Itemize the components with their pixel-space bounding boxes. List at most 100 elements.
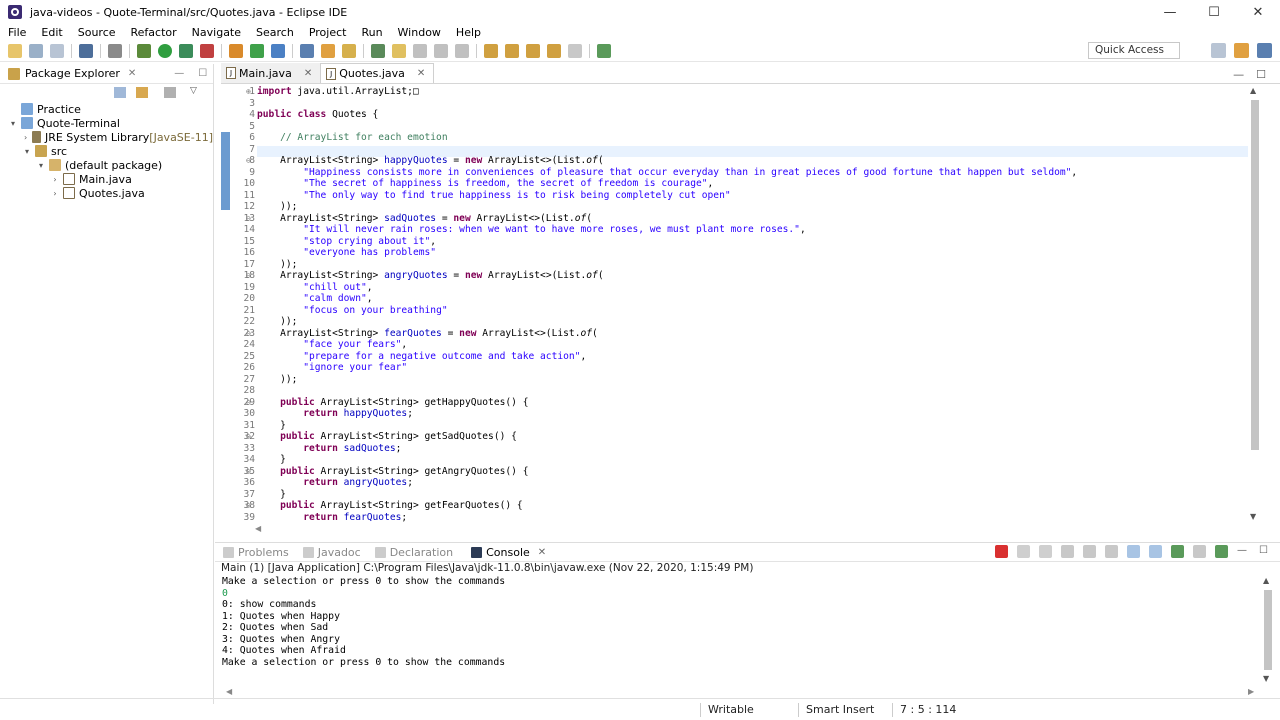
show-console-stdout-icon[interactable] — [1127, 545, 1140, 558]
fold-toggle-icon[interactable]: ⊖ — [246, 500, 251, 512]
scroll-down-icon[interactable]: ▼ — [1263, 674, 1269, 683]
collapsed-arrow-icon[interactable]: › — [50, 189, 60, 198]
java-perspective-icon[interactable] — [1257, 43, 1272, 58]
console-output[interactable]: Make a selection or press 0 to show the … — [222, 576, 1252, 668]
link-with-editor-icon[interactable] — [136, 87, 148, 98]
minimize-editor-icon[interactable]: — — [1233, 68, 1244, 81]
java-ee-perspective-icon[interactable] — [1234, 43, 1249, 58]
terminal-icon[interactable] — [79, 43, 93, 58]
fold-toggle-icon[interactable]: ⊖ — [246, 328, 251, 340]
pin-console-icon[interactable] — [1171, 545, 1184, 558]
scroll-thumb[interactable] — [1264, 590, 1272, 670]
tree-item[interactable]: Practice — [0, 102, 213, 116]
scroll-thumb[interactable] — [1251, 100, 1259, 450]
open-console-icon[interactable] — [1215, 545, 1228, 558]
scroll-up-icon[interactable]: ▲ — [1263, 576, 1269, 585]
fold-toggle-icon[interactable]: ⊖ — [246, 155, 251, 167]
minimize-button[interactable]: — — [1148, 0, 1192, 24]
menu-help[interactable]: Help — [456, 26, 481, 39]
maximize-view-icon[interactable]: ☐ — [198, 68, 207, 79]
expanded-arrow-icon[interactable]: ▾ — [8, 119, 18, 128]
tab-declaration[interactable]: Declaration — [374, 546, 453, 559]
word-wrap-icon[interactable] — [413, 43, 427, 58]
scroll-down-icon[interactable]: ▼ — [1250, 512, 1256, 521]
maximize-editor-icon[interactable]: ☐ — [1256, 68, 1266, 81]
save-all-icon[interactable] — [50, 43, 64, 58]
toggle-mark-occurrences-icon[interactable] — [371, 43, 385, 58]
block-selection-icon[interactable] — [434, 43, 448, 58]
next-annotation-icon[interactable] — [484, 43, 498, 58]
display-selected-console-icon[interactable] — [1193, 545, 1206, 558]
save-icon[interactable] — [29, 43, 43, 58]
fold-toggle-icon[interactable]: ⊖ — [246, 431, 251, 443]
skip-breakpoints-icon[interactable] — [108, 43, 122, 58]
console-vertical-scrollbar[interactable]: ▲ ▼ — [1262, 576, 1274, 686]
highlight-icon[interactable] — [392, 43, 406, 58]
tree-item[interactable]: › Main.java — [0, 172, 213, 186]
close-tab-icon[interactable]: ✕ — [417, 68, 425, 79]
collapsed-arrow-icon[interactable]: › — [50, 175, 60, 184]
fold-toggle-icon[interactable]: ⊖ — [246, 213, 251, 225]
editor-horizontal-scrollbar[interactable]: ◀ — [255, 524, 1248, 536]
view-menu-icon[interactable]: ▽ — [190, 86, 197, 96]
scroll-right-icon[interactable]: ▶ — [1248, 687, 1254, 696]
scroll-left-icon[interactable]: ◀ — [255, 524, 261, 533]
collapse-all-icon[interactable] — [114, 87, 126, 98]
debug-icon[interactable] — [137, 43, 151, 58]
menu-run[interactable]: Run — [361, 26, 382, 39]
menu-project[interactable]: Project — [309, 26, 347, 39]
new-java-package-icon[interactable] — [250, 43, 264, 58]
search-icon[interactable] — [342, 43, 356, 58]
editor-tab-quotes-java[interactable]: J Quotes.java ✕ — [320, 63, 435, 83]
coverage-icon[interactable] — [179, 43, 193, 58]
word-wrap-icon[interactable] — [1105, 545, 1118, 558]
expanded-arrow-icon[interactable]: ▾ — [22, 147, 32, 156]
back-icon[interactable] — [547, 43, 561, 58]
new-java-project-icon[interactable] — [229, 43, 243, 58]
minimize-view-icon[interactable]: — — [1237, 545, 1250, 558]
expanded-arrow-icon[interactable]: ▾ — [36, 161, 46, 170]
tree-item[interactable]: ▾ src — [0, 144, 213, 158]
menu-refactor[interactable]: Refactor — [131, 26, 177, 39]
tree-item[interactable]: › Quotes.java — [0, 186, 213, 200]
minimize-view-icon[interactable]: — — [174, 68, 184, 79]
scroll-up-icon[interactable]: ▲ — [1250, 86, 1256, 95]
close-tab-icon[interactable]: ✕ — [538, 547, 546, 558]
tab-problems[interactable]: Problems — [223, 546, 289, 559]
editor-tab-main-java[interactable]: J Main.java ✕ — [221, 63, 321, 83]
close-icon[interactable]: ✕ — [128, 68, 136, 79]
terminate-icon[interactable] — [995, 545, 1008, 558]
maximize-button[interactable]: ☐ — [1192, 0, 1236, 24]
forward-icon[interactable] — [568, 43, 582, 58]
close-tab-icon[interactable]: ✕ — [304, 68, 312, 79]
show-console-stderr-icon[interactable] — [1149, 545, 1162, 558]
last-edit-location-icon[interactable] — [526, 43, 540, 58]
menu-window[interactable]: Window — [398, 26, 441, 39]
collapsed-arrow-icon[interactable]: › — [22, 133, 29, 142]
menu-search[interactable]: Search — [256, 26, 294, 39]
open-perspective-icon[interactable] — [1211, 43, 1226, 58]
clear-console-icon[interactable] — [1061, 545, 1074, 558]
tab-javadoc[interactable]: Javadoc — [302, 546, 361, 559]
maximize-view-icon[interactable]: ☐ — [1259, 545, 1272, 558]
menu-file[interactable]: File — [8, 26, 26, 39]
remove-all-terminated-icon[interactable] — [1039, 545, 1052, 558]
scroll-left-icon[interactable]: ◀ — [226, 687, 232, 696]
fold-toggle-icon[interactable]: ⊖ — [246, 397, 251, 409]
tree-item[interactable]: ▾ Quote-Terminal — [0, 116, 213, 130]
show-whitespace-icon[interactable] — [455, 43, 469, 58]
menu-edit[interactable]: Edit — [41, 26, 62, 39]
editor-vertical-scrollbar[interactable]: ▲ ▼ — [1248, 86, 1262, 524]
fold-toggle-icon[interactable]: ⊕ — [246, 86, 251, 98]
open-task-icon[interactable] — [321, 43, 335, 58]
focus-icon[interactable] — [164, 87, 176, 98]
scroll-lock-icon[interactable] — [1083, 545, 1096, 558]
tree-item[interactable]: ▾ (default package) — [0, 158, 213, 172]
fold-toggle-icon[interactable]: ⊖ — [246, 466, 251, 478]
new-icon[interactable] — [8, 43, 22, 58]
package-explorer-tab[interactable]: Package Explorer ✕ — ☐ — [0, 64, 213, 84]
code-editor[interactable]: 1 ⊕ import java.util.ArrayList;□ 3 4 public c… — [221, 84, 1248, 524]
menu-navigate[interactable]: Navigate — [192, 26, 241, 39]
remove-launch-icon[interactable] — [1017, 545, 1030, 558]
close-button[interactable]: ✕ — [1236, 0, 1280, 24]
